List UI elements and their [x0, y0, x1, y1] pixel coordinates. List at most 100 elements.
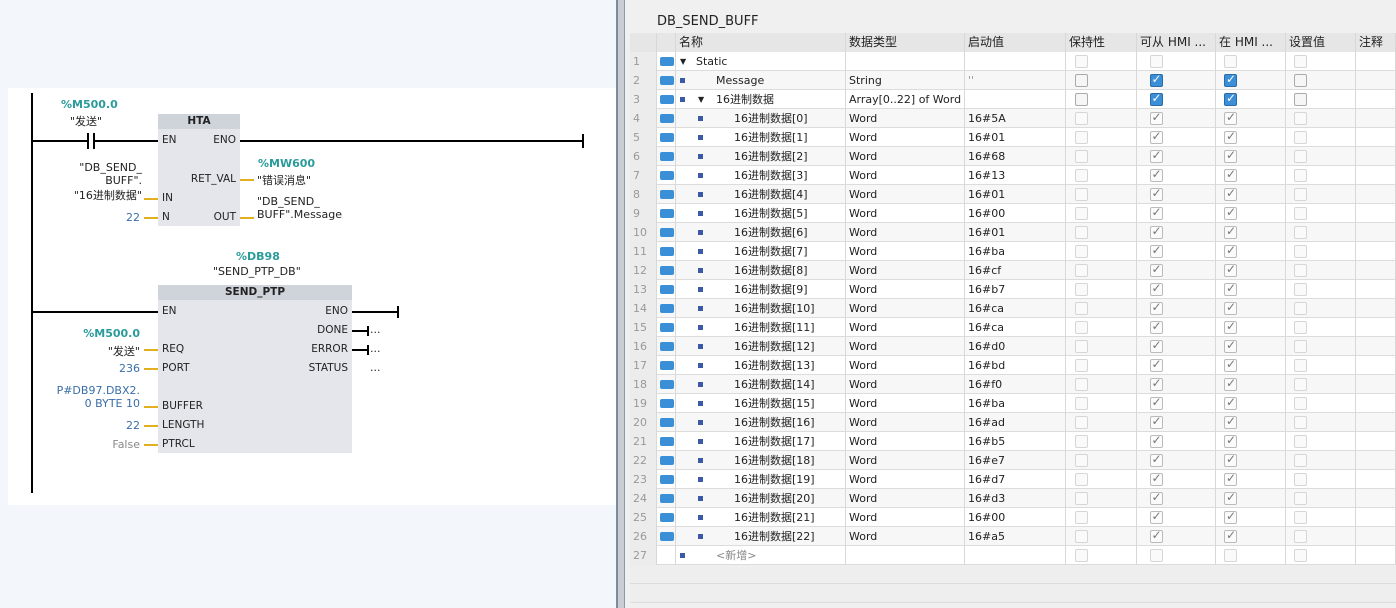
datatype-cell[interactable]: Word	[846, 337, 965, 356]
send-ptp-block[interactable]: SEND_PTP EN ENO DONE ERROR STATUS REQ PO…	[158, 285, 352, 453]
table-row[interactable]: 25 16进制数据[21] Word 16#00	[630, 508, 1396, 527]
table-row[interactable]: 11 16进制数据[7] Word 16#ba	[630, 242, 1396, 261]
datatype-cell[interactable]: Word	[846, 356, 965, 375]
hmi-accessible-checkbox[interactable]	[1149, 376, 1163, 391]
setpoint-checkbox[interactable]	[1294, 378, 1307, 391]
hmi-visible-checkbox[interactable]	[1224, 281, 1237, 296]
splitter[interactable]	[616, 0, 625, 608]
start-value-cell[interactable]: 16#ca	[965, 299, 1066, 318]
name-cell[interactable]: 16进制数据[3]	[676, 166, 846, 185]
name-cell[interactable]: 16进制数据[0]	[676, 109, 846, 128]
datatype-cell[interactable]: Word	[846, 185, 965, 204]
start-value-cell[interactable]: 16#e7	[965, 451, 1066, 470]
hmi-accessible-checkbox[interactable]	[1149, 433, 1163, 448]
retain-checkbox[interactable]	[1074, 435, 1088, 448]
table-row[interactable]: 8 16进制数据[4] Word 16#01	[630, 185, 1396, 204]
name-cell[interactable]: 16进制数据[15]	[676, 394, 846, 413]
datatype-cell[interactable]: Word	[846, 470, 965, 489]
hmi-accessible-checkbox[interactable]	[1149, 414, 1163, 429]
retain-checkbox[interactable]	[1074, 55, 1088, 68]
name-cell[interactable]: 16进制数据[18]	[676, 451, 846, 470]
setpoint-checkbox[interactable]	[1294, 55, 1307, 68]
retain-checkbox[interactable]	[1074, 131, 1088, 144]
retain-checkbox[interactable]	[1074, 416, 1088, 429]
hmi-accessible-checkbox[interactable]	[1149, 243, 1163, 258]
start-value-cell[interactable]: 16#13	[965, 166, 1066, 185]
retain-checkbox[interactable]	[1074, 359, 1088, 372]
column-header[interactable]: 设置值	[1286, 33, 1356, 52]
start-value-cell[interactable]: 16#b7	[965, 280, 1066, 299]
setpoint-checkbox[interactable]	[1294, 473, 1307, 486]
hmi-visible-checkbox[interactable]	[1224, 414, 1237, 429]
name-cell[interactable]: 16进制数据[22]	[676, 527, 846, 546]
setpoint-checkbox[interactable]	[1294, 321, 1307, 334]
datatype-cell[interactable]: Word	[846, 318, 965, 337]
column-header[interactable]: 在 HMI ...	[1216, 33, 1286, 52]
ret-name[interactable]: "错误消息"	[257, 172, 311, 188]
datatype-cell[interactable]: Word	[846, 375, 965, 394]
retain-checkbox[interactable]	[1074, 454, 1088, 467]
start-value-cell[interactable]: 16#00	[965, 508, 1066, 527]
name-cell[interactable]: 16进制数据[12]	[676, 337, 846, 356]
hmi-visible-checkbox[interactable]	[1224, 338, 1237, 353]
name-cell[interactable]: 16进制数据[16]	[676, 413, 846, 432]
table-row[interactable]: 9 16进制数据[5] Word 16#00	[630, 204, 1396, 223]
column-header[interactable]: 启动值	[965, 33, 1066, 52]
hmi-accessible-checkbox[interactable]	[1149, 205, 1163, 220]
table-row[interactable]: 26 16进制数据[22] Word 16#a5	[630, 527, 1396, 546]
datatype-cell[interactable]: Word	[846, 204, 965, 223]
hmi-visible-checkbox[interactable]	[1224, 55, 1237, 68]
retain-checkbox[interactable]	[1074, 283, 1088, 296]
table-row[interactable]: 15 16进制数据[11] Word 16#ca	[630, 318, 1396, 337]
retain-checkbox[interactable]	[1074, 302, 1088, 315]
start-value-cell[interactable]: 16#68	[965, 147, 1066, 166]
setpoint-checkbox[interactable]	[1294, 264, 1307, 277]
setpoint-checkbox[interactable]	[1294, 207, 1307, 220]
hmi-accessible-checkbox[interactable]	[1149, 186, 1163, 201]
start-value-cell[interactable]: 16#01	[965, 223, 1066, 242]
name-cell[interactable]: 16进制数据[1]	[676, 128, 846, 147]
hmi-visible-checkbox[interactable]	[1224, 186, 1237, 201]
hmi-visible-checkbox[interactable]	[1224, 471, 1237, 486]
datatype-cell[interactable]: Word	[846, 242, 965, 261]
table-row[interactable]: 22 16进制数据[18] Word 16#e7	[630, 451, 1396, 470]
hmi-visible-checkbox[interactable]	[1224, 357, 1237, 372]
datatype-cell[interactable]: Word	[846, 489, 965, 508]
ptrcl-value[interactable]: False	[112, 438, 140, 451]
start-value-cell[interactable]: 16#d3	[965, 489, 1066, 508]
retain-checkbox[interactable]	[1074, 473, 1088, 486]
hmi-accessible-checkbox[interactable]	[1149, 55, 1163, 68]
hmi-visible-checkbox[interactable]	[1224, 91, 1237, 106]
hmi-accessible-checkbox[interactable]	[1149, 452, 1163, 467]
setpoint-checkbox[interactable]	[1294, 454, 1307, 467]
datatype-cell[interactable]: Word	[846, 527, 965, 546]
retain-checkbox[interactable]	[1074, 93, 1088, 106]
setpoint-checkbox[interactable]	[1294, 169, 1307, 182]
setpoint-checkbox[interactable]	[1294, 359, 1307, 372]
column-header[interactable]: 注释	[1356, 33, 1396, 52]
hta-in-operand[interactable]: "DB_SEND_ BUFF". "16进制数据"	[74, 161, 142, 203]
retain-checkbox[interactable]	[1074, 378, 1088, 391]
hmi-accessible-checkbox[interactable]	[1149, 148, 1163, 163]
table-row[interactable]: 17 16进制数据[13] Word 16#bd	[630, 356, 1396, 375]
table-row[interactable]: 6 16进制数据[2] Word 16#68	[630, 147, 1396, 166]
start-value-cell[interactable]: 16#d7	[965, 470, 1066, 489]
table-row[interactable]: 13 16进制数据[9] Word 16#b7	[630, 280, 1396, 299]
name-cell[interactable]: 16进制数据[4]	[676, 185, 846, 204]
start-value-cell[interactable]: 16#ba	[965, 394, 1066, 413]
setpoint-checkbox[interactable]	[1294, 226, 1307, 239]
datatype-cell[interactable]: Word	[846, 508, 965, 527]
hmi-visible-checkbox[interactable]	[1224, 205, 1237, 220]
name-cell[interactable]: ▼ 16进制数据	[676, 90, 846, 109]
hmi-accessible-checkbox[interactable]	[1149, 490, 1163, 505]
datatype-cell[interactable]: Word	[846, 147, 965, 166]
expand-triangle-icon[interactable]: ▼	[698, 90, 704, 109]
retain-checkbox[interactable]	[1074, 549, 1088, 562]
setpoint-checkbox[interactable]	[1294, 397, 1307, 410]
retain-checkbox[interactable]	[1074, 340, 1088, 353]
datatype-cell[interactable]: Word	[846, 413, 965, 432]
datatype-cell[interactable]: String	[846, 71, 965, 90]
start-value-cell[interactable]: 16#ba	[965, 242, 1066, 261]
hmi-visible-checkbox[interactable]	[1224, 376, 1237, 391]
column-header[interactable]: 名称	[676, 33, 846, 52]
